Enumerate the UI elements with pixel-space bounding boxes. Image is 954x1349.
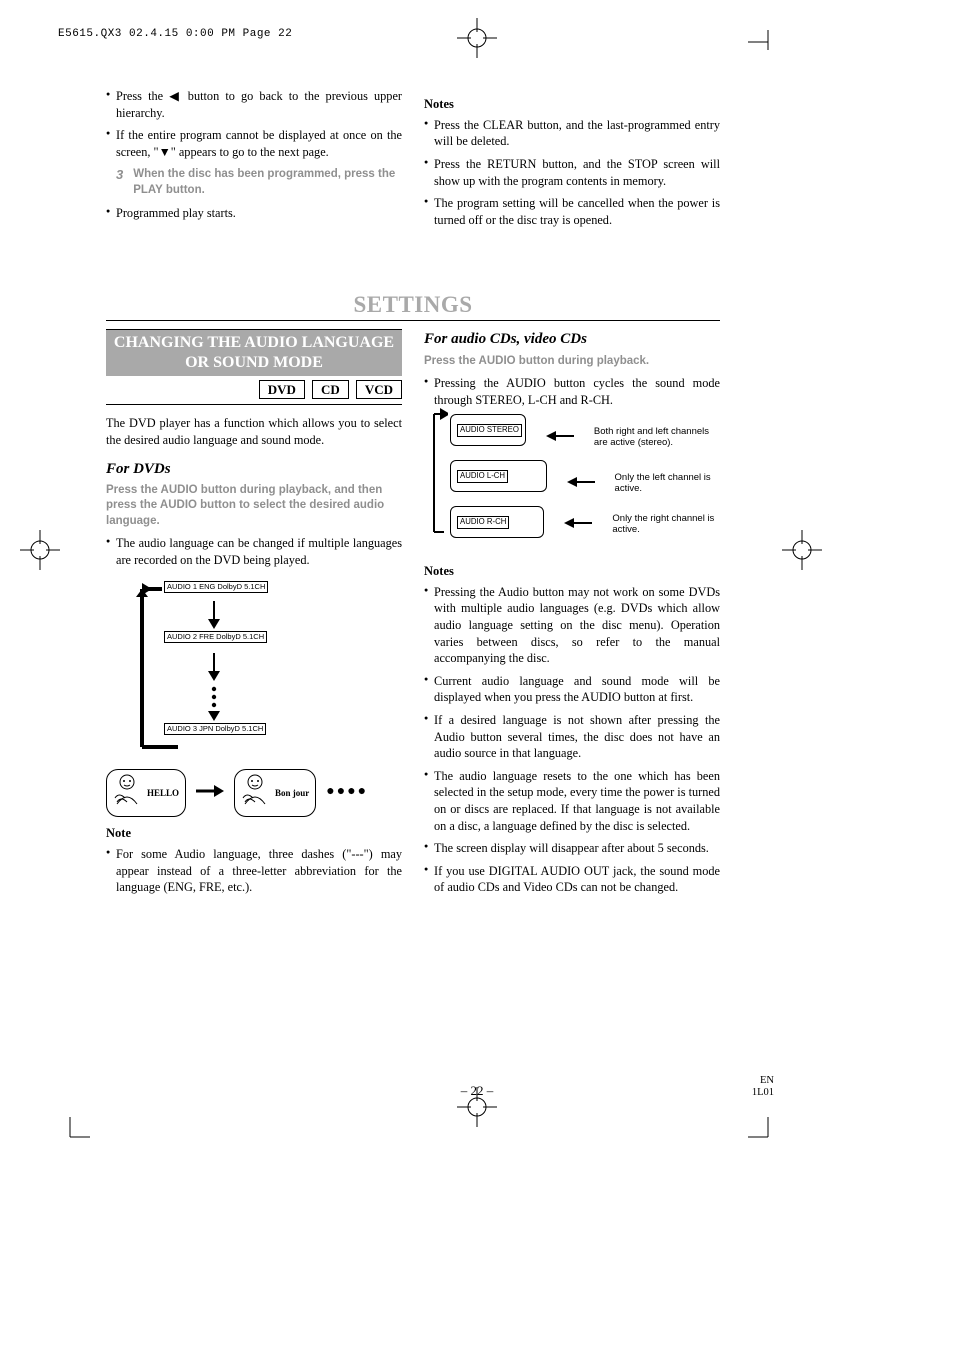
- body-bullet: Press the ◀ button to go back to the pre…: [106, 88, 402, 121]
- grey-instruction: Press the AUDIO button during playback, …: [106, 483, 402, 530]
- subheading: For audio CDs, video CDs: [424, 329, 720, 349]
- note-heading: Note: [106, 825, 402, 842]
- top-left-column: Press the ◀ button to go back to the pre…: [106, 88, 402, 234]
- right-column: For audio CDs, video CDs Press the AUDIO…: [424, 329, 720, 902]
- disc-badge: DVD: [259, 380, 305, 400]
- osd-label: AUDIO L-CH: [457, 470, 508, 483]
- body-bullet: Current audio language and sound mode wi…: [424, 673, 720, 706]
- ellipsis-icon: ●●●●: [326, 783, 368, 802]
- body-bullet: If the entire program cannot be displaye…: [106, 127, 402, 160]
- person-icon: [113, 774, 143, 813]
- osd-label: AUDIO 3 JPN DolbyD 5.1CH: [164, 723, 266, 735]
- speech-bubble-text: HELLO: [147, 787, 179, 799]
- intro-text: The DVD player has a function which allo…: [106, 415, 402, 448]
- crop-corner-bl: [60, 1117, 90, 1147]
- feature-banner: CHANGING THE AUDIO LANGUAGE OR SOUND MOD…: [106, 329, 402, 375]
- printers-header: E5615.QX3 02.4.15 0:00 PM Page 22: [58, 28, 292, 40]
- body-bullet: For some Audio language, three dashes ("…: [106, 846, 402, 896]
- body-bullet: The screen display will disappear after …: [424, 840, 720, 857]
- subheading: For DVDs: [106, 459, 402, 479]
- arrow-right-icon: [196, 783, 224, 804]
- section-title: SETTINGS: [106, 292, 720, 321]
- speech-illustration: HELLO Bon jour ●●●●: [106, 769, 402, 818]
- person-icon: [241, 774, 271, 813]
- osd-label: AUDIO 2 FRE DolbyD 5.1CH: [164, 631, 267, 643]
- grey-instruction: Press the AUDIO button during playback.: [424, 354, 720, 370]
- notes-heading: Notes: [424, 96, 720, 113]
- body-bullet: If a desired language is not shown after…: [424, 712, 720, 762]
- crop-mark-left: [20, 530, 60, 570]
- body-bullet: Programmed play starts.: [106, 205, 402, 222]
- caption-text: Only the left channel is active.: [615, 472, 720, 495]
- crop-mark-top: [457, 18, 497, 58]
- disc-badge: CD: [312, 380, 349, 400]
- body-bullet: Press the RETURN button, and the STOP sc…: [424, 156, 720, 189]
- disc-badges: DVD CD VCD: [106, 380, 402, 406]
- osd-label: AUDIO R-CH: [457, 516, 509, 529]
- body-bullet: Pressing the AUDIO button cycles the sou…: [424, 375, 720, 408]
- crop-corner-br: [748, 1117, 778, 1147]
- crop-corner-tr: [748, 22, 778, 52]
- step-text: When the disc has been programmed, press…: [133, 166, 402, 198]
- caption-text: Only the right channel is active.: [612, 513, 720, 536]
- arrow-left-icon: [567, 475, 595, 492]
- body-bullet: If you use DIGITAL AUDIO OUT jack, the s…: [424, 863, 720, 896]
- screen-frame: AUDIO R-CH: [450, 506, 544, 538]
- page-reference: EN1L01: [752, 1075, 774, 1099]
- screen-frame: AUDIO STEREO: [450, 414, 526, 446]
- top-right-column: Notes Press the CLEAR button, and the la…: [424, 88, 720, 234]
- left-column: CHANGING THE AUDIO LANGUAGE OR SOUND MOD…: [106, 329, 402, 902]
- screen-frame: AUDIO L-CH: [450, 460, 547, 492]
- body-bullet: The program setting will be cancelled wh…: [424, 195, 720, 228]
- osd-label: AUDIO 1 ENG DolbyD 5.1CH: [164, 581, 268, 593]
- body-bullet: Press the CLEAR button, and the last-pro…: [424, 117, 720, 150]
- arrow-left-icon: [564, 516, 592, 533]
- disc-badge: VCD: [356, 380, 402, 400]
- body-bullet: Pressing the Audio button may not work o…: [424, 584, 720, 667]
- caption-text: Both right and left channels are active …: [594, 426, 720, 449]
- body-bullet: The audio language resets to the one whi…: [424, 768, 720, 834]
- page-number: – 22 –: [0, 1083, 954, 1099]
- crop-mark-right: [782, 530, 822, 570]
- step-number: 3: [116, 166, 123, 184]
- osd-cycle-diagram: AUDIO 1 ENG DolbyD 5.1CH AUDIO 2 FRE Dol…: [134, 577, 402, 757]
- arrow-left-icon: [546, 429, 574, 446]
- speech-bubble-text: Bon jour: [275, 787, 309, 799]
- osd-label: AUDIO STEREO: [457, 424, 522, 437]
- body-bullet: The audio language can be changed if mul…: [106, 535, 402, 568]
